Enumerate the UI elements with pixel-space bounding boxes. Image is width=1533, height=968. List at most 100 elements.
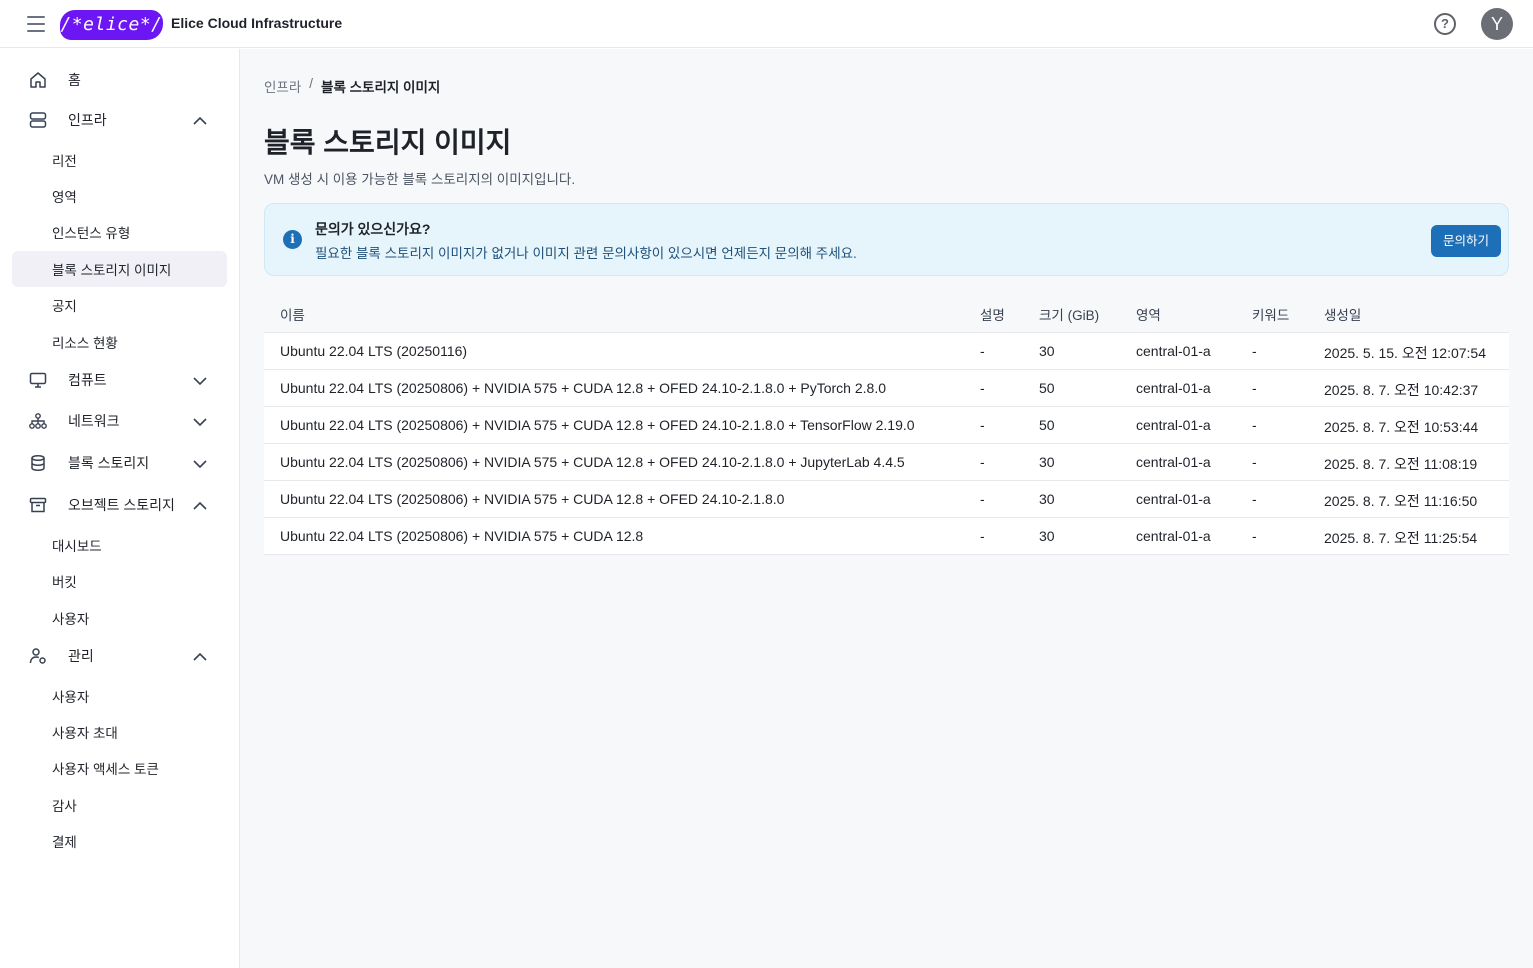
sidebar: 홈 인프라 리전 영역 인스턴스 유형 블록 스토리지 이미지 공지 리소스 현… [0,49,240,968]
cell-zone: central-01-a [1136,343,1211,359]
chevron-up-icon[interactable] [192,113,208,129]
sidebar-item-manage[interactable]: 관리 [12,638,227,674]
image-table: 이름 설명 크기 (GiB) 영역 키워드 생성일 Ubuntu 22.04 L… [264,292,1509,555]
sidebar-item-label: 인프라 [68,112,107,128]
cell-zone: central-01-a [1136,380,1211,396]
table-header: 이름 설명 크기 (GiB) 영역 키워드 생성일 [264,292,1509,333]
sidebar-item-label: 관리 [68,648,94,664]
cell-zone: central-01-a [1136,491,1211,507]
sidebar-item-infra[interactable]: 인프라 [12,102,227,138]
notice-title: 문의가 있으신가요? [315,221,431,237]
sidebar-item-bucket[interactable]: 버킷 [12,563,227,599]
breadcrumb-separator: / [309,76,314,91]
cell-zone: central-01-a [1136,528,1211,544]
table-row[interactable]: Ubuntu 22.04 LTS (20250806) + NVIDIA 575… [264,370,1509,407]
hamburger-menu-icon[interactable] [24,12,48,36]
chevron-down-icon[interactable] [192,373,208,389]
sidebar-item-billing[interactable]: 결제 [12,823,227,859]
network-icon [29,413,47,429]
column-header-size[interactable]: 크기 (GiB) [1039,304,1099,324]
sidebar-item-zone[interactable]: 영역 [12,178,227,214]
cell-keyword: - [1252,528,1257,544]
cell-keyword: - [1252,417,1257,433]
sidebar-item-region[interactable]: 리전 [12,142,227,178]
sidebar-item-label: 오브젝트 스토리지 [68,497,175,513]
cell-description: - [980,417,985,433]
avatar[interactable]: Y [1481,8,1513,40]
main-content: 인프라 / 블록 스토리지 이미지 블록 스토리지 이미지 VM 생성 시 이용… [240,49,1533,968]
sidebar-item-user-invite[interactable]: 사용자 초대 [12,714,227,750]
cell-size: 50 [1039,380,1055,396]
sidebar-item-access-token[interactable]: 사용자 액세스 토큰 [12,750,227,786]
table-row[interactable]: Ubuntu 22.04 LTS (20250806) + NVIDIA 575… [264,444,1509,481]
sidebar-item-dashboard[interactable]: 대시보드 [12,527,227,563]
chevron-up-icon[interactable] [192,498,208,514]
sidebar-item-object-users[interactable]: 사용자 [12,600,227,636]
sidebar-item-label: 감사 [52,799,77,814]
sidebar-item-label: 네트워크 [68,413,120,429]
sidebar-item-label: 사용자 초대 [52,726,118,741]
sidebar-item-manage-users[interactable]: 사용자 [12,678,227,714]
column-header-zone[interactable]: 영역 [1136,304,1161,324]
column-header-description[interactable]: 설명 [980,304,1005,324]
cell-zone: central-01-a [1136,417,1211,433]
cell-description: - [980,528,985,544]
sidebar-item-instance-type[interactable]: 인스턴스 유형 [12,214,227,250]
column-header-name[interactable]: 이름 [280,304,305,324]
sidebar-item-label: 블록 스토리지 [68,455,150,471]
column-header-keyword[interactable]: 키워드 [1252,304,1289,324]
notice-text: 필요한 블록 스토리지 이미지가 없거나 이미지 관련 문의사항이 있으시면 언… [315,246,857,261]
sidebar-item-audit[interactable]: 감사 [12,787,227,823]
sidebar-item-label: 대시보드 [52,539,102,554]
question-circle-icon[interactable]: ? [1434,13,1456,35]
sidebar-item-label: 사용자 [52,690,90,705]
chevron-up-icon[interactable] [192,649,208,665]
column-header-created[interactable]: 생성일 [1324,304,1361,324]
sidebar-item-block-storage-image[interactable]: 블록 스토리지 이미지 [12,251,227,287]
breadcrumb-link-infra[interactable]: 인프라 [264,76,301,96]
cell-created: 2025. 8. 7. 오전 10:42:37 [1324,382,1479,398]
page-title: 블록 스토리지 이미지 [264,127,512,158]
sidebar-item-block-storage[interactable]: 블록 스토리지 [12,445,227,481]
app-title: Elice Cloud Infrastructure [171,15,343,31]
cell-name: Ubuntu 22.04 LTS (20250806) + NVIDIA 575… [280,454,905,470]
sidebar-item-label: 공지 [52,299,77,314]
table-row[interactable]: Ubuntu 22.04 LTS (20250806) + NVIDIA 575… [264,481,1509,518]
page-description: VM 생성 시 이용 가능한 블록 스토리지의 이미지입니다. [264,172,576,187]
breadcrumb-current: 블록 스토리지 이미지 [321,80,441,95]
sidebar-item-label: 블록 스토리지 이미지 [52,263,172,278]
cell-created: 2025. 8. 7. 오전 11:08:19 [1324,456,1478,472]
sidebar-item-object-storage[interactable]: 오브젝트 스토리지 [12,487,227,523]
elice-logo[interactable]: /*elice*/ [60,10,163,40]
sidebar-item-label: 영역 [52,190,77,205]
cell-keyword: - [1252,343,1257,359]
cell-created: 2025. 5. 15. 오전 12:07:54 [1324,345,1486,361]
sidebar-item-home[interactable]: 홈 [12,62,227,98]
chevron-down-icon[interactable] [192,414,208,430]
table-row[interactable]: Ubuntu 22.04 LTS (20250806) + NVIDIA 575… [264,518,1509,555]
sidebar-item-label: 결제 [52,835,77,850]
cell-keyword: - [1252,454,1257,470]
user-settings-icon [29,648,46,664]
sidebar-item-label: 홈 [68,72,81,88]
sidebar-item-notice[interactable]: 공지 [12,287,227,323]
chevron-down-icon[interactable] [192,456,208,472]
sidebar-item-network[interactable]: 네트워크 [12,403,227,439]
cell-name: Ubuntu 22.04 LTS (20250116) [280,343,468,359]
server-icon [29,112,47,128]
inquiry-button[interactable]: 문의하기 [1431,225,1501,257]
cell-description: - [980,454,985,470]
table-row[interactable]: Ubuntu 22.04 LTS (20250806) + NVIDIA 575… [264,407,1509,444]
home-icon [30,72,46,88]
cell-size: 30 [1039,491,1055,507]
archive-box-icon [29,497,47,513]
sidebar-item-compute[interactable]: 컴퓨트 [12,362,227,398]
breadcrumb: 인프라 / 블록 스토리지 이미지 [264,76,440,96]
cell-size: 50 [1039,417,1055,433]
table-row[interactable]: Ubuntu 22.04 LTS (20250116) - 30 central… [264,333,1509,370]
sidebar-item-resource-status[interactable]: 리소스 현황 [12,324,227,360]
cell-size: 30 [1039,343,1055,359]
sidebar-item-label: 컴퓨트 [68,372,107,388]
cell-name: Ubuntu 22.04 LTS (20250806) + NVIDIA 575… [280,491,785,507]
monitor-icon [29,372,47,388]
